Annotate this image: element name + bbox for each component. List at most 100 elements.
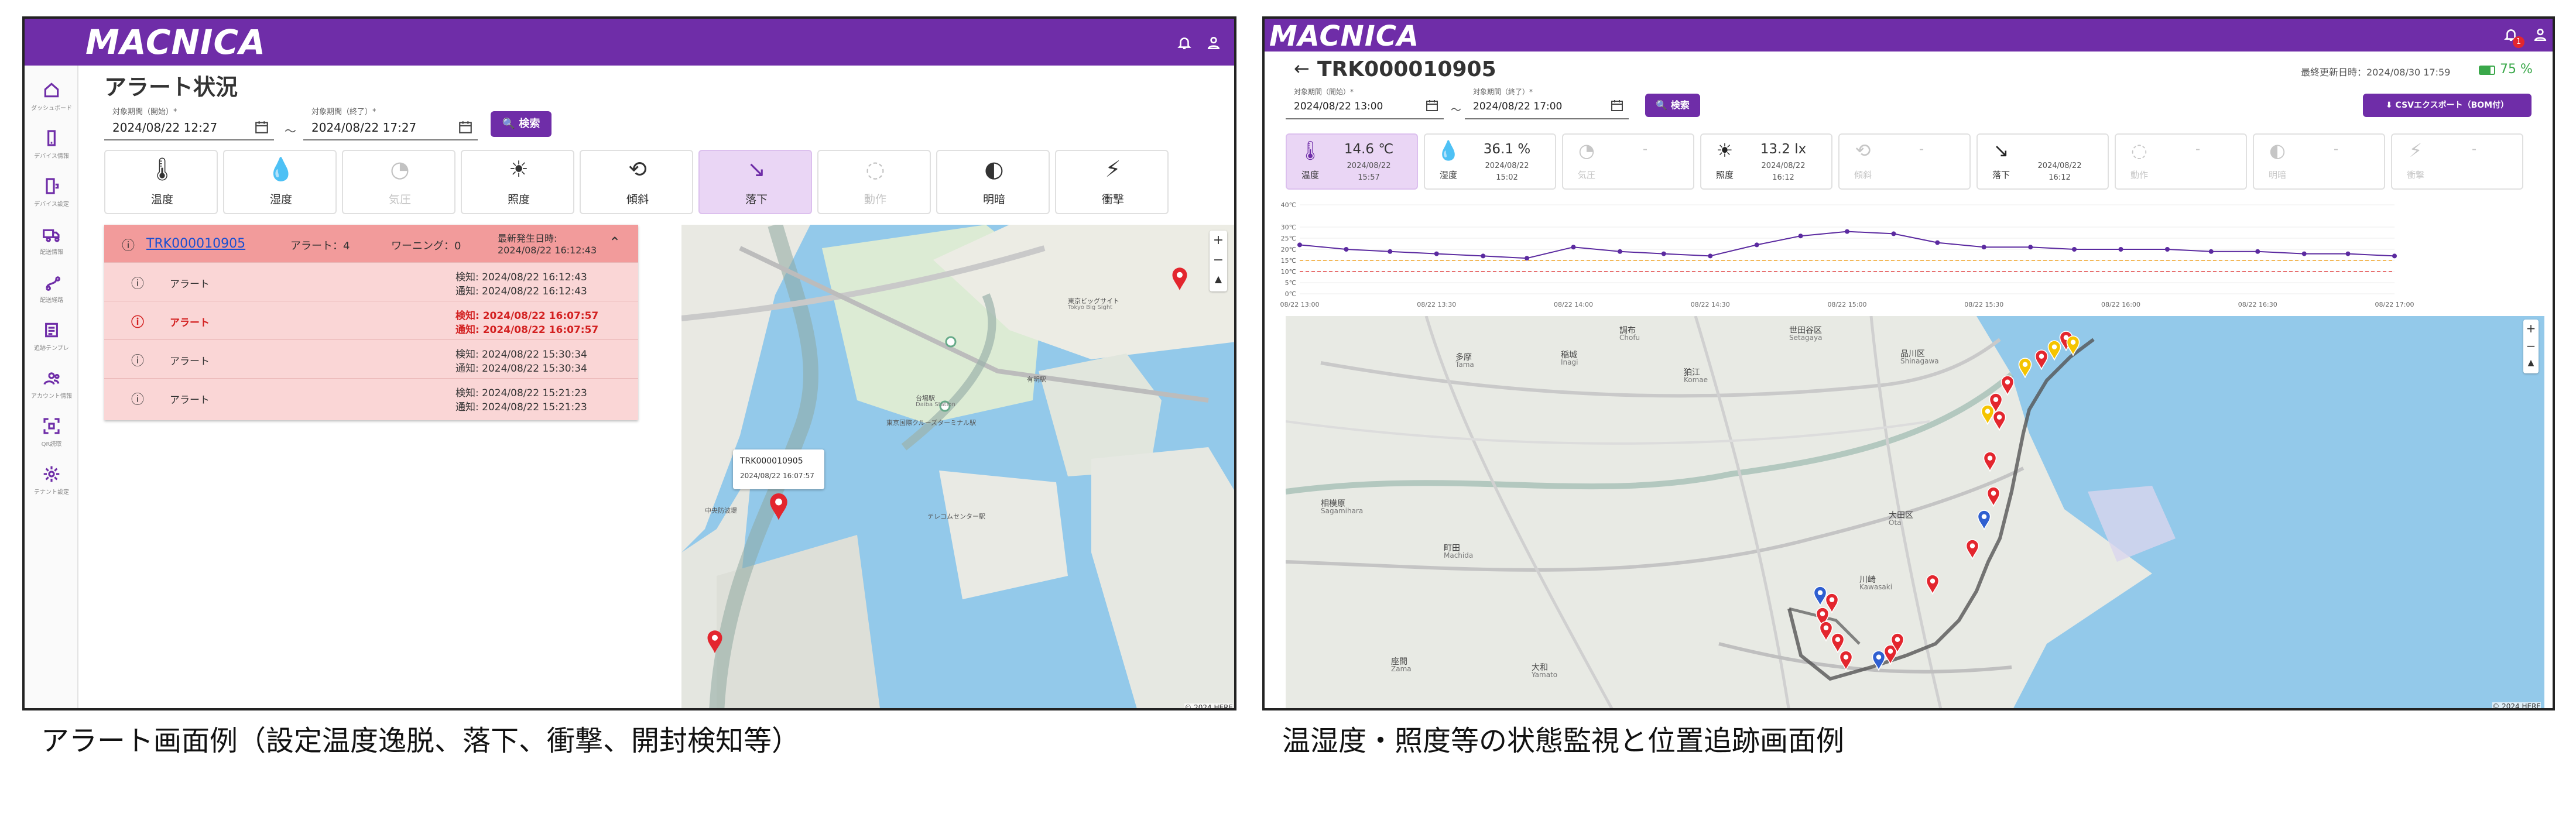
sidebar-item-template[interactable]: 追跡テンプレ	[25, 315, 78, 362]
y-tick-label: 20℃	[1281, 246, 1296, 253]
sidebar-item-device-settings[interactable]: デバイス設定	[25, 171, 78, 218]
tile-motion[interactable]: ◌ 動作	[817, 150, 931, 214]
map-tracking[interactable]: 多摩 Tama 稲城 Inagi 調布 Chofu 狛江 Komae 世田谷区 Setagaya 品…	[1286, 316, 2544, 708]
summary-tile-value: -	[2195, 142, 2201, 157]
drop-icon: ↘	[747, 156, 766, 182]
end-date-field[interactable]: 対象期間（終了）* 2024/08/22 17:00	[1465, 85, 1629, 119]
map-pin-icon[interactable]	[706, 629, 724, 654]
sidebar-item-qr-scan[interactable]: QR読取	[25, 411, 78, 458]
user-icon[interactable]	[2533, 27, 2548, 42]
collapse-icon[interactable]: ⌃	[609, 234, 621, 250]
alert-row[interactable]: ⓘ アラート 検知: 2024/08/22 16:12:43 通知: 2024/08/…	[104, 262, 638, 301]
start-date-field[interactable]: 対象期間（開始）* 2024/08/22 13:00	[1286, 85, 1444, 119]
map-pin-icon[interactable]	[1925, 574, 1940, 595]
summary-tile-light-dark[interactable]: ◐ 明暗 -	[2253, 133, 2385, 190]
map-pin-icon[interactable]	[1838, 650, 1854, 671]
back-arrow-icon[interactable]: ←	[1294, 57, 1310, 80]
sidebar-item-route[interactable]: 配送経路	[25, 267, 78, 314]
data-point	[1481, 253, 1486, 259]
search-button[interactable]: 🔍 検索	[491, 111, 551, 137]
map-pin-icon[interactable]	[768, 492, 789, 521]
summary-tile-name: 動作	[2130, 170, 2148, 180]
summary-tile-shock[interactable]: ⚡ 衝撃 -	[2391, 133, 2523, 190]
map-pin-icon[interactable]	[2017, 357, 2033, 378]
notify-time: 通知: 2024/08/22 16:12:43	[455, 286, 587, 297]
alert-row[interactable]: ⓘ アラート 検知: 2024/08/22 15:30:34 通知: 2024/08/…	[104, 339, 638, 378]
map-pin-icon[interactable]	[2065, 335, 2081, 356]
map-pin-icon[interactable]	[2034, 349, 2049, 370]
summary-tile-date: 2024/08/22	[1761, 162, 1806, 170]
qr-scan-icon	[43, 418, 60, 434]
tile-thermometer[interactable]: 🌡 温度	[104, 150, 218, 214]
zoom-control[interactable]: + − ▲	[1210, 231, 1227, 291]
latest-label: 最新発生日時:	[498, 233, 557, 244]
summary-tile-pressure[interactable]: ◔ 気圧 -	[1562, 133, 1694, 190]
alert-row[interactable]: ⓘ アラート 検知: 2024/08/22 16:07:57 通知: 2024/08/…	[104, 301, 638, 339]
tile-label: 照度	[507, 193, 530, 206]
detect-time: 検知: 2024/08/22 15:30:34	[455, 349, 587, 361]
data-point	[1891, 231, 1896, 236]
zoom-out-icon[interactable]: −	[2523, 337, 2539, 355]
calendar-icon[interactable]	[458, 119, 473, 135]
map-pin-icon[interactable]	[1986, 486, 2001, 507]
end-date-field[interactable]: 対象期間（終了）* 2024/08/22 17:27	[303, 104, 478, 140]
calendar-icon[interactable]	[254, 119, 269, 135]
sidebar-item-phone[interactable]: デバイス情報	[25, 123, 78, 170]
map-pin-icon[interactable]	[1171, 266, 1188, 291]
tracker-link[interactable]: TRK000010905	[146, 236, 245, 251]
summary-tile-date: 2024/08/22	[2037, 162, 2082, 170]
tile-drop[interactable]: ↘ 落下	[698, 150, 812, 214]
data-point	[1661, 251, 1666, 256]
summary-tile-value: 14.6 ℃	[1344, 142, 1394, 157]
page-title: アラート状況	[104, 74, 238, 100]
data-point	[1981, 245, 1986, 250]
sidebar-item-gear[interactable]: テナント設定	[25, 459, 78, 506]
pressure-icon: ◔	[390, 156, 410, 182]
shock-icon: ⚡	[2409, 139, 2423, 162]
tile-humidity[interactable]: 💧 湿度	[223, 150, 337, 214]
map-label: Tokyo Big Sight	[1068, 304, 1113, 311]
zoom-in-icon[interactable]: +	[1210, 231, 1227, 250]
map-canvas	[1286, 316, 2544, 708]
sidebar-item-accounts[interactable]: アカウント情報	[25, 363, 78, 410]
sidebar-item-home[interactable]: ダッシュボード	[25, 75, 78, 122]
left-caption: アラート画面例（設定温度逸脱、落下、衝撃、開封検知等）	[41, 725, 800, 757]
sidebar-item-truck[interactable]: 配送情報	[25, 219, 78, 266]
tile-illuminance[interactable]: ☀ 照度	[461, 150, 574, 214]
tile-shock[interactable]: ⚡ 衝撃	[1055, 150, 1169, 214]
calendar-icon[interactable]	[1610, 98, 1624, 112]
summary-tile-drop[interactable]: ↘ 落下 2024/08/22 16:12	[1976, 133, 2109, 190]
zoom-in-icon[interactable]: +	[2523, 320, 2539, 337]
summary-tile-motion[interactable]: ◌ 動作 -	[2115, 133, 2247, 190]
search-button-label: 検索	[519, 118, 540, 130]
summary-tile-tilt[interactable]: ⟲ 傾斜 -	[1838, 133, 1971, 190]
calendar-icon[interactable]	[1425, 98, 1439, 112]
data-point	[2164, 247, 2170, 252]
compass-icon[interactable]: ▲	[2523, 355, 2539, 371]
alert-card-header[interactable]: ⓘ TRK000010905 アラート：4 ワーニング：0 最新発生日時: 20…	[104, 225, 638, 262]
zoom-out-icon[interactable]: −	[1210, 250, 1227, 270]
csv-export-button[interactable]: ⬇ CSVエクスポート（BOM付）	[2363, 94, 2532, 117]
tile-tilt[interactable]: ⟲ 傾斜	[580, 150, 693, 214]
compass-icon[interactable]: ▲	[1210, 270, 1227, 288]
alert-row[interactable]: ⓘ アラート 検知: 2024/08/22 15:21:23 通知: 2024/08/…	[104, 378, 638, 417]
map-pin-icon[interactable]	[1982, 451, 1998, 472]
map-pin-icon[interactable]	[1992, 410, 2007, 431]
x-tick-label: 08/22 17:00	[2375, 301, 2414, 308]
user-icon[interactable]	[1206, 35, 1221, 50]
start-date-field[interactable]: 対象期間（開始）* 2024/08/22 12:27	[104, 104, 274, 140]
tile-light-dark[interactable]: ◐ 明暗	[936, 150, 1050, 214]
map-alert[interactable]: 台場駅 Daiba Station 東京ビッグサイト Tokyo Big Sig…	[681, 225, 1234, 708]
map-pin-icon[interactable]	[1890, 632, 1905, 653]
map-pin-icon[interactable]	[1965, 538, 1980, 559]
summary-tile-illuminance[interactable]: ☀ 照度 13.2 lx 2024/08/22 16:12	[1700, 133, 1832, 190]
bell-icon[interactable]	[1177, 35, 1192, 50]
tile-pressure[interactable]: ◔ 気圧	[342, 150, 455, 214]
summary-tile-thermometer[interactable]: 🌡 温度 14.6 ℃ 2024/08/22 15:57	[1286, 133, 1418, 190]
zoom-control[interactable]: + − ▲	[2523, 320, 2539, 373]
tile-label: 明暗	[982, 193, 1005, 206]
map-pin-icon[interactable]	[1976, 509, 1992, 530]
summary-tile-humidity[interactable]: 💧 湿度 36.1 % 2024/08/22 15:02	[1424, 133, 1556, 190]
alert-count: アラート：4	[290, 240, 350, 252]
search-button[interactable]: 🔍 検索	[1645, 94, 1700, 117]
